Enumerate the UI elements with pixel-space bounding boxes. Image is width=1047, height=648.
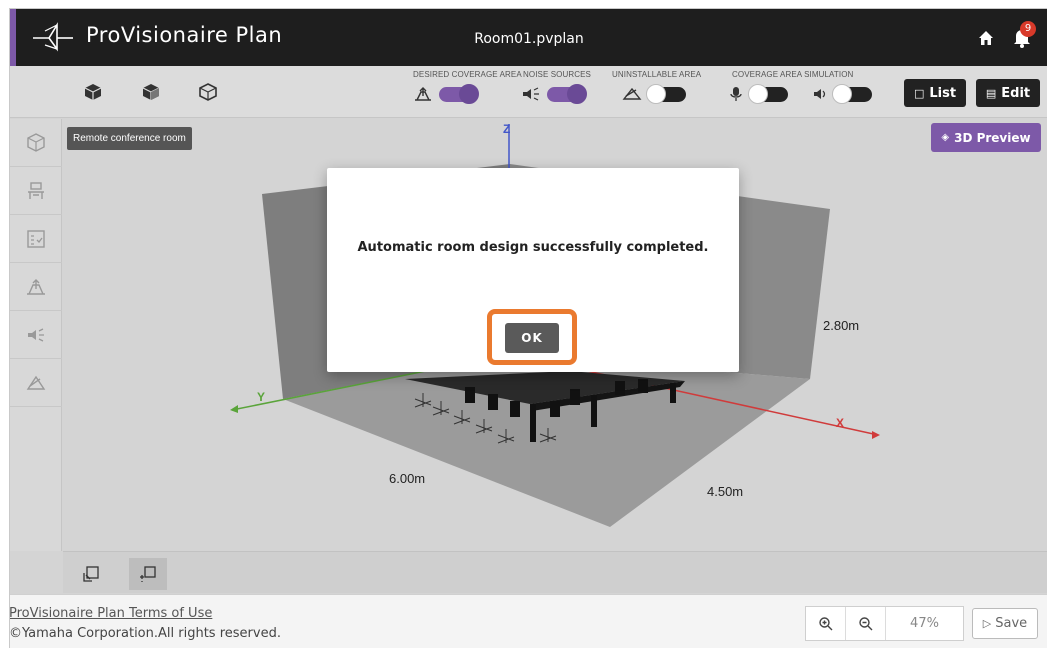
sidebar-item-noise[interactable] [10,311,62,359]
room-name-label: Remote conference room [67,127,192,150]
mode-strip [63,551,1047,593]
sidebar [10,119,62,551]
select-mode-button[interactable] [72,558,110,590]
uninstallable-icon [622,87,642,100]
noise-speaker-icon [28,327,44,342]
home-icon[interactable] [976,28,996,48]
cube-top-icon[interactable] [198,83,218,101]
desired-coverage-group: DESIRED COVERAGE AREA [413,70,522,79]
desired-coverage-toggle[interactable] [439,83,479,104]
3d-preview-button[interactable]: ◈ 3D Preview [931,123,1041,152]
noise-sources-toggle-row [521,83,587,104]
simulation-speaker-toggle-row [812,83,872,104]
footer: ProVisionaire Plan Terms of Use ©Yamaha … [10,594,1047,648]
uninstallable-icon [26,375,46,390]
3d-preview-label: 3D Preview [954,130,1031,145]
speaker-icon [814,89,826,99]
list-doc-icon: □ [913,86,925,100]
sidebar-item-checklist[interactable] [10,215,62,263]
simulation-mic-toggle[interactable] [748,83,788,104]
noise-speaker-icon [523,87,539,101]
zoom-out-icon [858,616,872,630]
uninstallable-toggle[interactable] [646,83,686,104]
move-mode-button[interactable] [129,558,167,590]
uninstallable-toggle-row [622,83,686,104]
zoom-in-icon [818,616,832,630]
desired-coverage-label: DESIRED COVERAGE AREA [413,70,522,79]
sidebar-item-room[interactable] [10,119,62,167]
uninstallable-label: UNINSTALLABLE AREA [612,70,702,79]
notification-bell[interactable]: 9 [1012,21,1036,51]
copyright-text: ©Yamaha Corporation.All rights reserved. [9,626,281,641]
room-3d-icon [27,132,45,152]
cube-front-icon[interactable] [83,83,103,101]
move-frame-icon [140,566,156,582]
completion-dialog: Automatic room design successfully compl… [327,168,739,372]
zoom-value: 47% [910,616,939,631]
ok-button[interactable]: OK [505,323,559,353]
furniture-icon [28,181,44,199]
mic-icon [730,87,742,101]
list-button[interactable]: □ List [904,79,966,107]
dialog-message: Automatic room design successfully compl… [357,240,709,255]
preview-cube-icon: ◈ [941,132,950,143]
toolbar: DESIRED COVERAGE AREA NOISE SOURCES UNIN… [10,66,1047,118]
save-doc-icon: ▷ [982,617,992,630]
cube-side-icon[interactable] [141,83,161,101]
simulation-speaker-toggle[interactable] [832,83,872,104]
coverage-area-icon [27,278,45,295]
zoom-in-button[interactable] [806,607,846,640]
edit-doc-icon: ▤ [985,86,997,100]
file-name: Room01.pvplan [474,31,584,47]
edit-button-label: Edit [1001,85,1031,101]
noise-sources-group: NOISE SOURCES [523,70,591,79]
edit-button[interactable]: ▤ Edit [976,79,1040,107]
notification-badge: 9 [1020,21,1036,37]
uninstallable-group: UNINSTALLABLE AREA [612,70,701,79]
zoom-out-button[interactable] [846,607,886,640]
simulation-mic-toggle-row [728,83,788,104]
zoom-level: 47% [886,607,963,640]
sidebar-item-uninstallable[interactable] [10,359,62,407]
app-window: ProVisionaire Plan Room01.pvplan 9 DESIR… [9,8,1047,648]
coverage-area-icon [415,87,431,101]
save-button-label: Save [995,616,1028,631]
list-button-label: List [929,85,957,101]
save-button[interactable]: ▷ Save [972,608,1038,639]
coverage-simulation-label: COVERAGE AREA SIMULATION [732,70,854,79]
terms-of-use-link[interactable]: ProVisionaire Plan Terms of Use [10,606,212,621]
checklist-icon [27,229,45,248]
select-frame-icon [83,566,99,582]
app-header: ProVisionaire Plan Room01.pvplan 9 [10,9,1047,66]
noise-sources-toggle[interactable] [547,83,587,104]
zoom-control: 47% [805,606,964,641]
desired-coverage-toggle-row [413,83,479,104]
sidebar-item-furniture[interactable] [10,167,62,215]
sidebar-item-coverage-area[interactable] [10,263,62,311]
coverage-simulation-group: COVERAGE AREA SIMULATION [732,70,853,79]
noise-sources-label: NOISE SOURCES [523,70,591,79]
